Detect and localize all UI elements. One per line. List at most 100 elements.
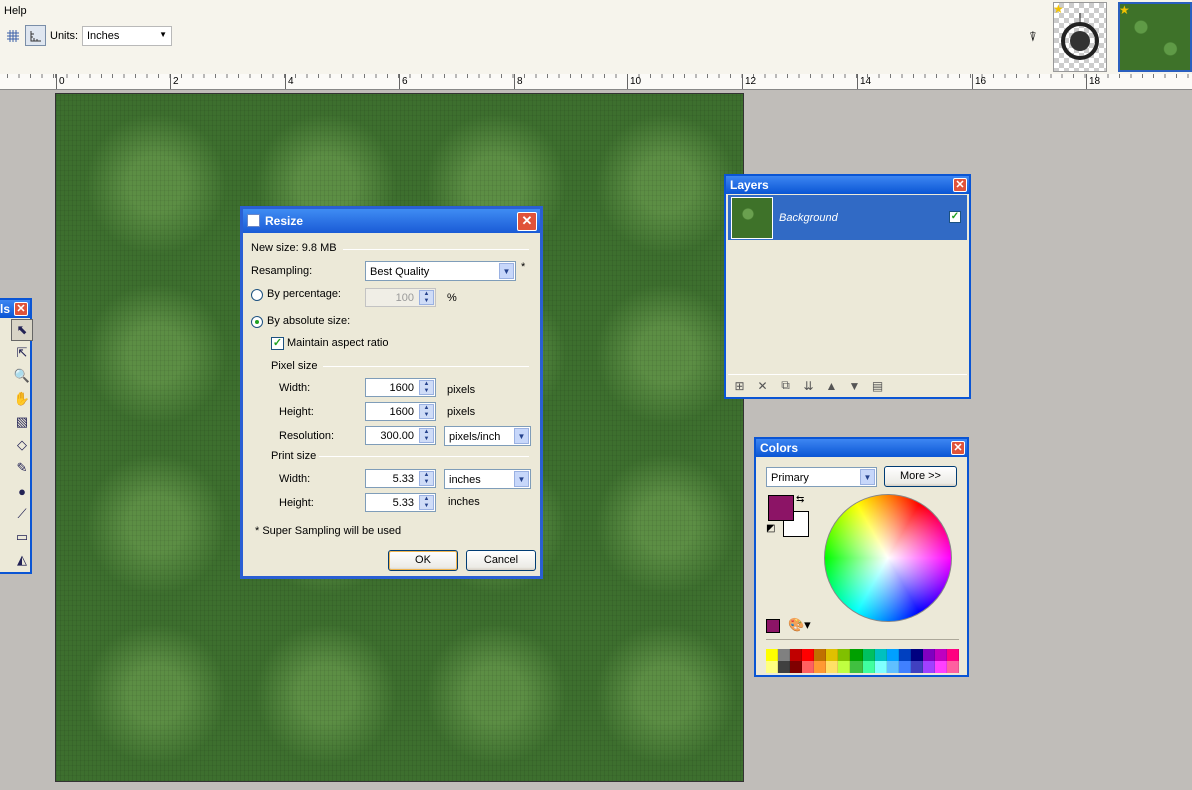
by-absolute-size-radio[interactable] xyxy=(251,316,263,328)
print-unit-select[interactable]: inches ▼ xyxy=(444,469,531,489)
grid-icon[interactable] xyxy=(2,25,23,46)
duplicate-layer-icon[interactable]: ⧉ xyxy=(774,378,797,393)
resolution-unit-select[interactable]: pixels/inch ▼ xyxy=(444,426,531,446)
units-select[interactable]: Inches ▼ xyxy=(82,26,172,46)
print-height-field[interactable]: 5.33 ▲ ▼ xyxy=(365,493,436,512)
ruler-label: 18 xyxy=(1085,74,1101,89)
palette-swatch[interactable] xyxy=(790,661,803,673)
reset-colors-icon[interactable]: ◩ xyxy=(766,523,775,534)
palette-swatch[interactable] xyxy=(946,649,959,661)
spinner-icon[interactable]: ▲ ▼ xyxy=(419,428,434,443)
palette-swatch[interactable] xyxy=(826,649,839,661)
palette-swatch[interactable] xyxy=(886,649,899,661)
height-label: Height: xyxy=(279,406,314,418)
clone-stamp-icon[interactable]: ● xyxy=(11,480,33,502)
more-button[interactable]: More >> xyxy=(884,466,957,487)
palette-swatch[interactable] xyxy=(778,649,791,661)
swap-colors-icon[interactable]: ⇆ xyxy=(796,494,804,505)
resolution-field[interactable]: 300.00 ▲ ▼ xyxy=(365,426,436,445)
palette-swatch[interactable] xyxy=(838,649,851,661)
move-layer-down-icon[interactable]: ▼ xyxy=(843,379,866,393)
palette-swatch[interactable] xyxy=(814,661,827,673)
merge-layer-down-icon[interactable]: ⇊ xyxy=(797,379,820,393)
palette-swatch[interactable] xyxy=(766,661,779,673)
palette-swatch[interactable] xyxy=(838,661,851,673)
pixel-width-field[interactable]: 1600 ▲ ▼ xyxy=(365,378,436,397)
spinner-icon[interactable]: ▲ ▼ xyxy=(419,404,434,419)
line-curve-icon[interactable]: ⟋ xyxy=(11,503,33,525)
move-selected-pixels-icon[interactable]: ⇱ xyxy=(11,342,33,364)
print-width-field[interactable]: 5.33 ▲ ▼ xyxy=(365,469,436,488)
palette-swatch[interactable] xyxy=(898,661,911,673)
palette-swatch[interactable] xyxy=(862,649,875,661)
palette-swatch[interactable] xyxy=(802,649,815,661)
delete-layer-icon[interactable]: ✕ xyxy=(751,379,774,393)
ruler-icon[interactable] xyxy=(25,25,46,46)
freeform-shape-icon[interactable]: ◭ xyxy=(11,549,33,571)
palette-swatch[interactable] xyxy=(946,661,959,673)
image-thumbnail-green[interactable]: ★ xyxy=(1118,2,1192,72)
palette-swatch[interactable] xyxy=(934,649,947,661)
print-width-label: Width: xyxy=(279,473,311,485)
layer-row[interactable]: Background ✓ xyxy=(728,195,967,240)
palette-swatch[interactable] xyxy=(934,661,947,673)
palette-swatch[interactable] xyxy=(910,661,923,673)
zoom-icon[interactable]: 🔍 xyxy=(11,365,33,387)
palette-swatch[interactable] xyxy=(886,661,899,673)
palette-swatch[interactable] xyxy=(790,649,803,661)
color-wheel[interactable] xyxy=(824,494,952,622)
primary-select-value: Primary xyxy=(771,472,809,484)
ruler-label: 6 xyxy=(399,74,408,89)
primary-secondary-select[interactable]: Primary ▼ xyxy=(766,467,877,487)
maintain-aspect-checkbox[interactable]: ✓ xyxy=(271,337,284,350)
close-icon[interactable]: ✕ xyxy=(517,212,537,231)
by-percentage-radio[interactable] xyxy=(251,289,263,301)
move-layer-up-icon[interactable]: ▲ xyxy=(820,379,843,393)
palette-swatch[interactable] xyxy=(766,649,779,661)
gradient-icon[interactable]: ▧ xyxy=(11,411,33,433)
spinner-icon[interactable]: ▲ ▼ xyxy=(419,495,434,510)
rounded-rectangle-icon[interactable]: ▭ xyxy=(11,526,33,548)
close-icon[interactable]: ✕ xyxy=(953,178,967,192)
palette-swatch[interactable] xyxy=(910,649,923,661)
cancel-button[interactable]: Cancel xyxy=(466,550,536,571)
palette-swatch[interactable] xyxy=(850,661,863,673)
pixel-height-field[interactable]: 1600 ▲ ▼ xyxy=(365,402,436,421)
ruler-label: 2 xyxy=(170,74,179,89)
palette-swatch[interactable] xyxy=(862,661,875,673)
close-icon[interactable]: ✕ xyxy=(951,441,965,455)
palette-swatch[interactable] xyxy=(850,649,863,661)
close-icon[interactable]: ✕ xyxy=(14,302,28,316)
palette-menu-icon[interactable]: 🎨▾ xyxy=(788,617,811,633)
palette-swatch[interactable] xyxy=(814,649,827,661)
layer-properties-icon[interactable]: ▤ xyxy=(866,379,889,393)
color-picker-icon[interactable]: ✎ xyxy=(11,457,33,479)
palette-swatch[interactable] xyxy=(778,661,791,673)
add-to-palette-icon[interactable] xyxy=(766,619,780,633)
resampling-select[interactable]: Best Quality ▼ xyxy=(365,261,516,281)
color-palette[interactable] xyxy=(766,649,959,673)
spinner-icon[interactable]: ▲ ▼ xyxy=(419,290,434,305)
move-selection-icon[interactable]: ⬉ xyxy=(11,319,33,341)
percentage-field[interactable]: 100 ▲ ▼ xyxy=(365,288,436,307)
image-list-menu-icon[interactable]: ⍒ xyxy=(1029,29,1037,45)
palette-swatch[interactable] xyxy=(874,661,887,673)
eraser-icon[interactable]: ◇ xyxy=(11,434,33,456)
palette-swatch[interactable] xyxy=(826,661,839,673)
units-label: Units: xyxy=(50,30,79,42)
palette-swatch[interactable] xyxy=(922,661,935,673)
menu-help[interactable]: Help xyxy=(4,5,27,17)
ok-button[interactable]: OK xyxy=(388,550,458,571)
primary-color-swatch[interactable] xyxy=(768,495,794,521)
palette-swatch[interactable] xyxy=(802,661,815,673)
add-layer-icon[interactable]: ⊞ xyxy=(728,379,751,393)
palette-swatch[interactable] xyxy=(874,649,887,661)
palette-swatch[interactable] xyxy=(898,649,911,661)
pan-hand-icon[interactable]: ✋ xyxy=(11,388,33,410)
resize-title-bar: Resize ✕ xyxy=(243,209,540,233)
image-thumbnail-ornament[interactable]: ★ xyxy=(1053,2,1107,72)
spinner-icon[interactable]: ▲ ▼ xyxy=(419,380,434,395)
layer-visibility-checkbox[interactable]: ✓ xyxy=(949,211,961,223)
palette-swatch[interactable] xyxy=(922,649,935,661)
spinner-icon[interactable]: ▲ ▼ xyxy=(419,471,434,486)
